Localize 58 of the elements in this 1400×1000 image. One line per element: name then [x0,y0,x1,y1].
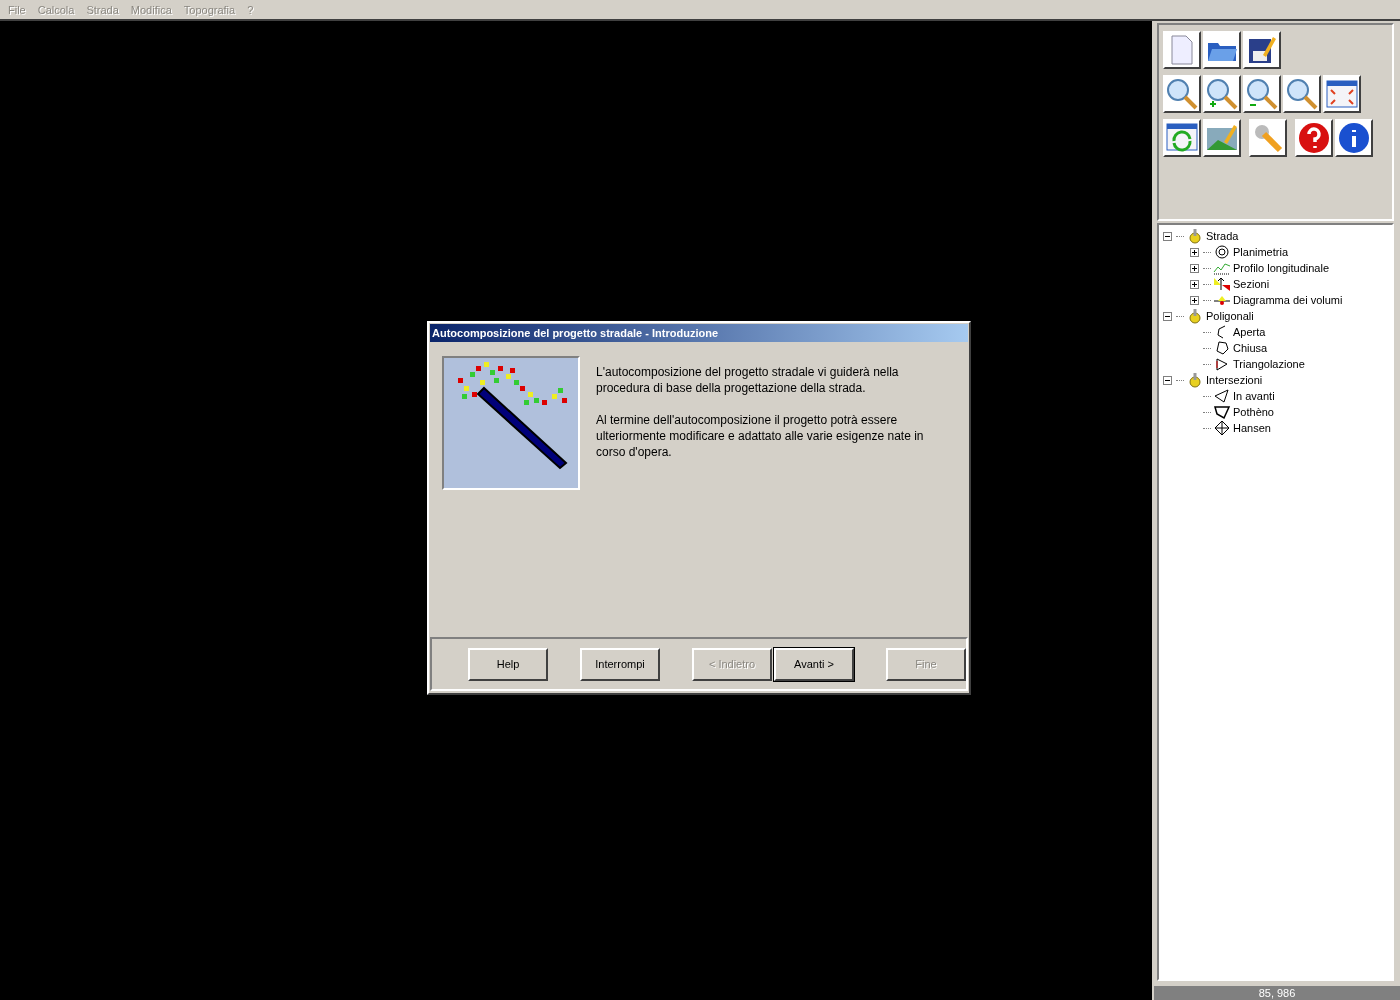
dialog-title: Autocomposizione del progetto stradale - Introduzione [430,324,968,342]
tree-item[interactable]: Planimetria [1231,246,1291,258]
section-icon [1213,276,1231,292]
edit-image-button[interactable] [1203,119,1241,157]
zoom-in-button[interactable] [1203,75,1241,113]
intro-text: Al termine dell'autocomposizione il progetto potrà essere ulteriormente modificare e adattato alle varie esigenze nate in corso d'opera. [596,412,925,460]
help-button[interactable] [1295,119,1333,157]
tree-item[interactable]: Aperta [1231,326,1268,338]
open-button[interactable] [1203,31,1241,69]
collapse-toggle[interactable] [1163,375,1172,385]
zoom-out-button[interactable] [1243,75,1281,113]
profile-chart-icon [1213,260,1231,276]
document-icon [1170,35,1194,65]
rhombus-icon [1213,420,1231,436]
tree-item[interactable]: Pothèno [1231,406,1276,418]
save-button[interactable] [1243,31,1281,69]
question-mark-icon [1298,122,1330,154]
dialog-button[interactable]: Avanti > [774,647,854,681]
dialog-button[interactable]: Help [468,647,548,681]
landscape-pencil-icon [1206,124,1238,152]
tree-item[interactable]: Triangolazione [1231,358,1307,370]
refresh-window-icon [1166,123,1198,153]
expand-toggle[interactable] [1190,279,1199,289]
floppy-pencil-icon [1247,35,1277,65]
quadrilateral-icon [1213,404,1231,420]
info-icon [1338,122,1370,154]
collapse-toggle[interactable] [1163,311,1172,321]
window-arrows-icon [1326,80,1358,108]
zoom-dynamic-button[interactable] [1283,75,1321,113]
settings-button[interactable] [1249,119,1287,157]
zoom-window-button[interactable] [1163,75,1201,113]
tree-item[interactable]: Strada [1204,230,1241,242]
collapse-toggle[interactable] [1163,231,1172,241]
expand-toggle[interactable] [1190,247,1199,257]
wrench-icon [1252,122,1284,154]
magnifier-icon [1286,78,1318,110]
expand-toggle[interactable] [1190,295,1199,305]
zoom-extents-button[interactable] [1323,75,1361,113]
tree-item[interactable]: Poligonali [1204,310,1256,322]
info-button[interactable] [1335,119,1373,157]
dialog-button[interactable]: Interrompi [580,647,660,681]
tree-item[interactable]: Chiusa [1231,342,1270,354]
new-file-button[interactable] [1163,31,1201,69]
magnifier-icon [1166,78,1198,110]
intro-text: L'autocomposizione del progetto stradale vi guiderà nella procedura di base della progettazione della strada. [596,364,900,396]
triangle-outline-icon [1213,388,1231,404]
refresh-button[interactable] [1163,119,1201,157]
tree-item[interactable]: Intersezioni [1204,374,1265,386]
tree-item[interactable]: Hansen [1231,422,1273,434]
pentagon-icon [1213,340,1231,356]
coordinates-status: 85, 986 [1154,986,1400,1000]
magnifier-icon [1246,78,1278,110]
tree-item[interactable]: Sezioni [1231,278,1272,290]
tree-item[interactable]: In avanti [1231,390,1277,402]
tree-item[interactable]: Profilo longitudinale [1231,262,1331,274]
tree-item[interactable]: Diagramma dei volumi [1231,294,1345,306]
expand-toggle[interactable] [1190,263,1199,273]
magnifier-icon [1206,78,1238,110]
